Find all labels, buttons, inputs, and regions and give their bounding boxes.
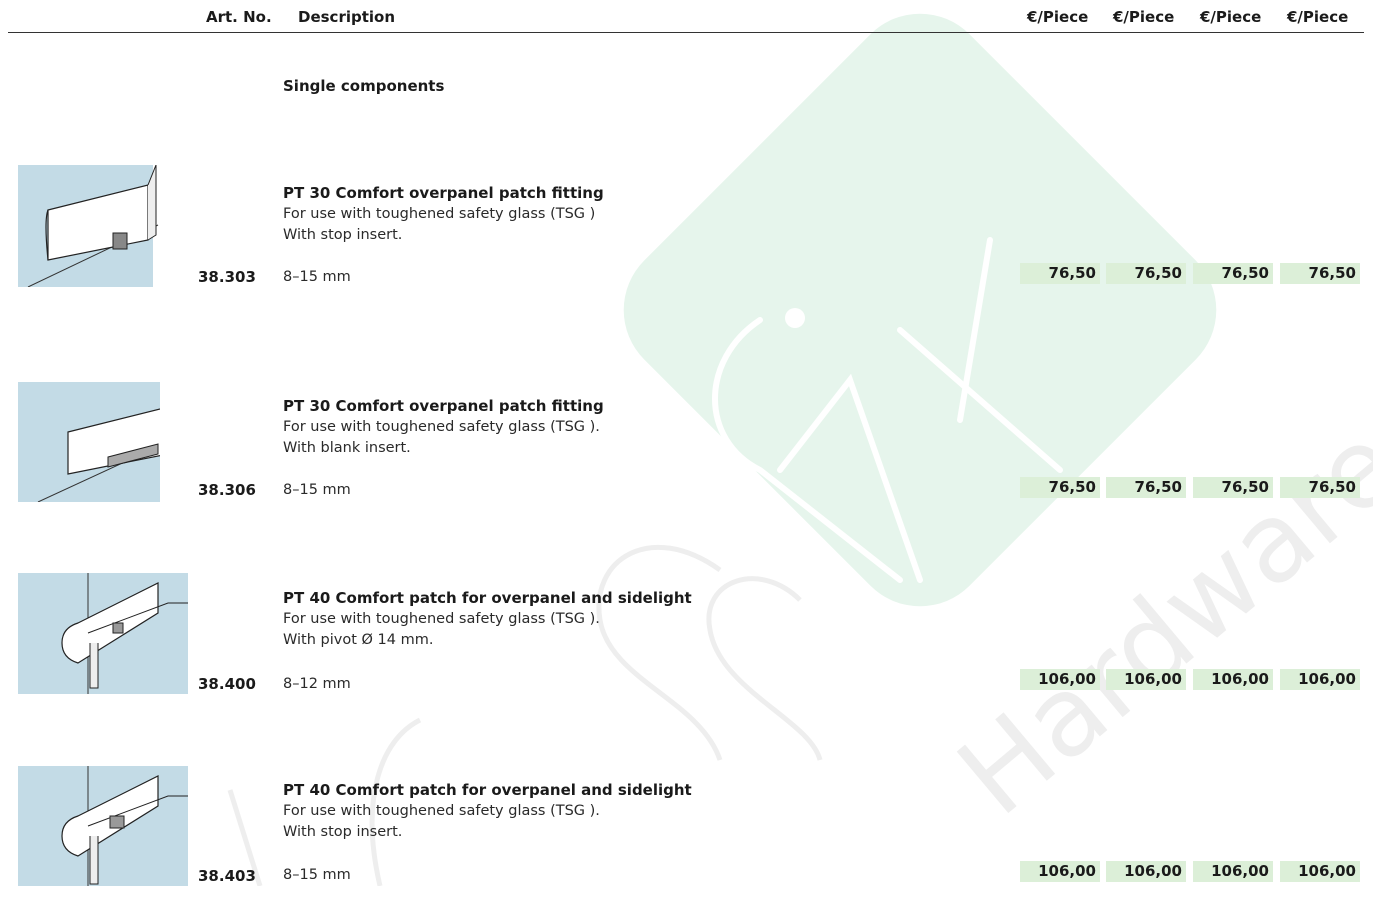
price-cell: 76,50	[1280, 477, 1360, 498]
product-size: 8–15 mm	[283, 482, 351, 498]
product-size: 8–12 mm	[283, 676, 351, 692]
price-cell: 76,50	[1106, 263, 1186, 284]
product-image-pt30-stop	[18, 165, 159, 287]
header-price-4: €/Piece	[1287, 8, 1349, 26]
product-desc-line2: With blank insert.	[283, 440, 411, 456]
product-row: PT 40 Comfort patch for overpanel and si…	[0, 573, 1373, 719]
price-cell: 106,00	[1106, 669, 1186, 690]
price-cell: 76,50	[1193, 477, 1273, 498]
header-price-1: €/Piece	[1027, 8, 1089, 26]
product-row: PT 30 Comfort overpanel patch fitting Fo…	[0, 165, 1373, 314]
product-desc-line1: For use with toughened safety glass (TSG…	[283, 206, 596, 222]
price-cell: 106,00	[1020, 861, 1100, 882]
product-row: PT 40 Comfort patch for overpanel and si…	[0, 766, 1373, 911]
price-cell: 76,50	[1106, 477, 1186, 498]
product-title: PT 40 Comfort patch for overpanel and si…	[283, 589, 692, 607]
product-artno: 38.400	[198, 675, 256, 693]
price-cell: 76,50	[1020, 477, 1100, 498]
header-artno: Art. No.	[206, 8, 272, 26]
price-cell: 106,00	[1193, 669, 1273, 690]
price-cell: 106,00	[1280, 669, 1360, 690]
product-desc-line1: For use with toughened safety glass (TSG…	[283, 419, 600, 435]
product-desc-line2: With stop insert.	[283, 824, 403, 840]
product-title: PT 40 Comfort patch for overpanel and si…	[283, 781, 692, 799]
product-title: PT 30 Comfort overpanel patch fitting	[283, 397, 604, 415]
price-cell: 106,00	[1280, 861, 1360, 882]
price-cell: 106,00	[1106, 861, 1186, 882]
section-title: Single components	[283, 77, 445, 95]
header-rule	[8, 32, 1364, 33]
product-desc-line2: With stop insert.	[283, 227, 403, 243]
price-cell: 76,50	[1280, 263, 1360, 284]
product-title: PT 30 Comfort overpanel patch fitting	[283, 184, 604, 202]
price-cell: 76,50	[1020, 263, 1100, 284]
price-cell: 76,50	[1193, 263, 1273, 284]
price-cell: 106,00	[1020, 669, 1100, 690]
header-price-3: €/Piece	[1200, 8, 1262, 26]
product-desc-line2: With pivot Ø 14 mm.	[283, 632, 434, 648]
product-row: PT 30 Comfort overpanel patch fitting Fo…	[0, 382, 1373, 527]
header-price-2: €/Piece	[1113, 8, 1175, 26]
product-artno: 38.403	[198, 867, 256, 885]
product-artno: 38.303	[198, 268, 256, 286]
product-size: 8–15 mm	[283, 867, 351, 883]
product-desc-line1: For use with toughened safety glass (TSG…	[283, 803, 600, 819]
product-image-pt30-blank	[18, 382, 160, 502]
product-size: 8–15 mm	[283, 269, 351, 285]
product-artno: 38.306	[198, 481, 256, 499]
header-description: Description	[298, 8, 396, 26]
price-cell: 106,00	[1193, 861, 1273, 882]
product-image-pt40-pivot	[18, 573, 188, 694]
product-image-pt40-stop	[18, 766, 188, 886]
product-desc-line1: For use with toughened safety glass (TSG…	[283, 611, 600, 627]
